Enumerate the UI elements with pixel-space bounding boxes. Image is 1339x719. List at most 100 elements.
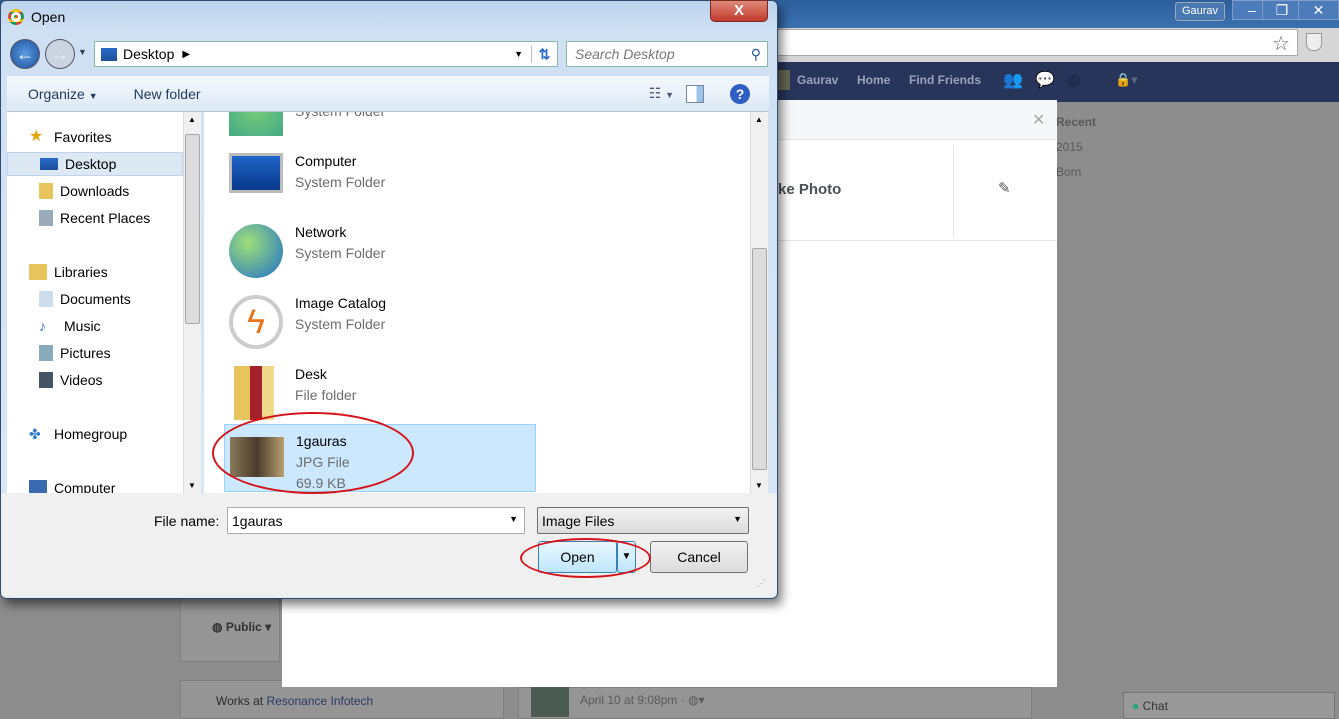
dialog-close-button[interactable]: X — [710, 0, 768, 22]
file-name: Network — [295, 224, 347, 240]
file-item-image-catalog[interactable]: ϟ Image Catalog System Folder — [224, 287, 536, 355]
post-avatar[interactable] — [531, 687, 569, 717]
modal-close-icon[interactable]: ✕ — [1032, 110, 1045, 130]
works-at-label: Works at — [216, 694, 264, 708]
organize-button[interactable]: Organize ▼ — [28, 86, 98, 102]
profile-button[interactable]: Gaurav — [1175, 2, 1225, 21]
nav-favorites[interactable]: ★ Favorites — [7, 125, 183, 149]
dialog-title: Open — [31, 9, 66, 25]
nav-profile[interactable]: Gaurav — [797, 73, 838, 87]
file-type: System Folder — [295, 316, 386, 332]
nav-pictures[interactable]: Pictures — [7, 341, 183, 365]
take-photo-button[interactable]: ke Photo — [778, 181, 841, 198]
music-icon: ♪ — [39, 318, 46, 334]
nav-label: Favorites — [54, 129, 112, 145]
nav-label: Pictures — [60, 345, 111, 361]
audience-icon[interactable]: ◍▾ — [688, 693, 705, 707]
desktop-icon — [40, 158, 58, 170]
nav-computer[interactable]: Computer — [7, 476, 183, 493]
scroll-up-icon[interactable]: ▲ — [188, 115, 196, 124]
pictures-icon — [39, 345, 53, 361]
search-icon[interactable]: ⚲ — [751, 46, 761, 63]
file-name-input[interactable]: 1gauras ▼ — [227, 507, 525, 534]
documents-icon — [39, 291, 53, 307]
privacy-label: Public — [225, 620, 262, 634]
file-item[interactable]: System Folder — [224, 112, 536, 142]
nav-home[interactable]: Home — [857, 73, 890, 87]
nav-label: Music — [64, 318, 101, 334]
works-at-link[interactable]: Resonance Infotech — [266, 694, 373, 708]
sidebar-recent[interactable]: Recent — [1056, 115, 1096, 129]
extension-shield-icon[interactable] — [1306, 33, 1322, 51]
view-options-icon[interactable]: ☷ ▼ — [649, 85, 674, 102]
nav-scrollbar[interactable]: ▲ ▼ — [183, 112, 201, 493]
lightning-icon: ϟ — [229, 295, 283, 349]
nav-music[interactable]: ♪ Music — [7, 314, 183, 338]
privacy-selector[interactable]: ◍ Public ▾ — [212, 620, 271, 634]
address-bar[interactable] — [778, 29, 1298, 56]
nav-label: Documents — [60, 291, 131, 307]
search-input[interactable]: Search Desktop ⚲ — [566, 41, 768, 67]
preview-pane-icon[interactable] — [686, 84, 704, 103]
help-icon[interactable]: ? — [730, 83, 750, 104]
system-folder-icon — [229, 112, 283, 136]
nav-desktop[interactable]: Desktop — [7, 152, 183, 176]
nav-libraries[interactable]: Libraries — [7, 260, 183, 284]
chevron-down-icon[interactable]: ▼ — [509, 514, 518, 524]
edit-pencil-icon[interactable]: ✎ — [998, 179, 1011, 197]
messages-icon[interactable]: 💬 — [1035, 70, 1055, 90]
close-button[interactable]: ✕ — [1298, 0, 1339, 20]
nav-videos[interactable]: Videos — [7, 368, 183, 392]
nav-label: Computer — [54, 480, 116, 493]
cancel-button[interactable]: Cancel — [650, 541, 748, 573]
desktop-icon — [101, 47, 117, 61]
forward-button[interactable]: → — [45, 39, 75, 69]
chevron-down-icon[interactable]: ▼ — [733, 514, 742, 524]
file-name: Image Catalog — [295, 295, 387, 311]
scroll-down-icon[interactable]: ▼ — [755, 481, 763, 490]
nav-label: Homegroup — [54, 426, 128, 442]
restore-button[interactable]: ❐ — [1262, 0, 1302, 20]
file-item-computer[interactable]: Computer System Folder — [224, 145, 536, 213]
recent-locations-dropdown[interactable]: ▼ — [78, 47, 87, 57]
bookmark-star-icon[interactable]: ☆ — [1272, 31, 1290, 56]
friends-icon[interactable]: 👥 — [1003, 70, 1023, 90]
file-type-select[interactable]: Image Files ▼ — [537, 507, 749, 534]
privacy-shortcuts-icon[interactable]: 🔒▾ — [1115, 72, 1138, 88]
nav-homegroup[interactable]: ✤ Homegroup — [7, 422, 183, 446]
refresh-icon[interactable]: ⇅ — [531, 45, 557, 63]
scroll-up-icon[interactable]: ▲ — [755, 115, 763, 124]
scroll-thumb[interactable] — [185, 134, 200, 324]
file-type-value: Image Files — [542, 513, 615, 529]
computer-icon — [29, 480, 47, 493]
post-timestamp[interactable]: April 10 at 9:08pm · — [580, 693, 688, 707]
file-item-network[interactable]: Network System Folder — [224, 216, 536, 284]
file-name-value: 1gauras — [232, 513, 283, 529]
notifications-globe-icon[interactable]: ◍ — [1067, 70, 1081, 90]
navigation-pane: ★ Favorites Desktop Downloads Recent Plac… — [7, 112, 183, 493]
address-breadcrumb[interactable]: Desktop ▶ ▼ ⇅ — [94, 41, 558, 67]
nav-downloads[interactable]: Downloads — [7, 179, 183, 203]
avatar[interactable] — [778, 70, 790, 90]
nav-label: Libraries — [54, 264, 108, 280]
nav-recent-places[interactable]: Recent Places — [7, 206, 183, 230]
file-type: System Folder — [295, 174, 386, 190]
back-button[interactable]: ← — [10, 39, 40, 69]
breadcrumb-desktop[interactable]: Desktop — [123, 46, 174, 62]
nav-documents[interactable]: Documents — [7, 287, 183, 311]
new-folder-button[interactable]: New folder — [134, 86, 201, 102]
address-dropdown-icon[interactable]: ▼ — [514, 49, 523, 59]
scroll-down-icon[interactable]: ▼ — [188, 481, 196, 490]
resize-grip-icon[interactable]: ⋰ — [757, 578, 766, 589]
sidebar-year[interactable]: 2015 — [1056, 140, 1083, 154]
file-type: System Folder — [295, 112, 385, 119]
file-list-scrollbar[interactable]: ▲ ▼ — [750, 112, 768, 493]
dialog-toolbar: Organize ▼ New folder ☷ ▼ ? — [7, 76, 769, 112]
chat-bar[interactable]: ● Chat — [1123, 692, 1335, 719]
libraries-icon — [29, 264, 47, 280]
sidebar-born[interactable]: Born — [1056, 165, 1081, 179]
scroll-thumb[interactable] — [752, 248, 767, 470]
nav-find-friends[interactable]: Find Friends — [909, 73, 981, 87]
chevron-right-icon[interactable]: ▶ — [182, 49, 190, 60]
organize-label: Organize — [28, 85, 85, 102]
